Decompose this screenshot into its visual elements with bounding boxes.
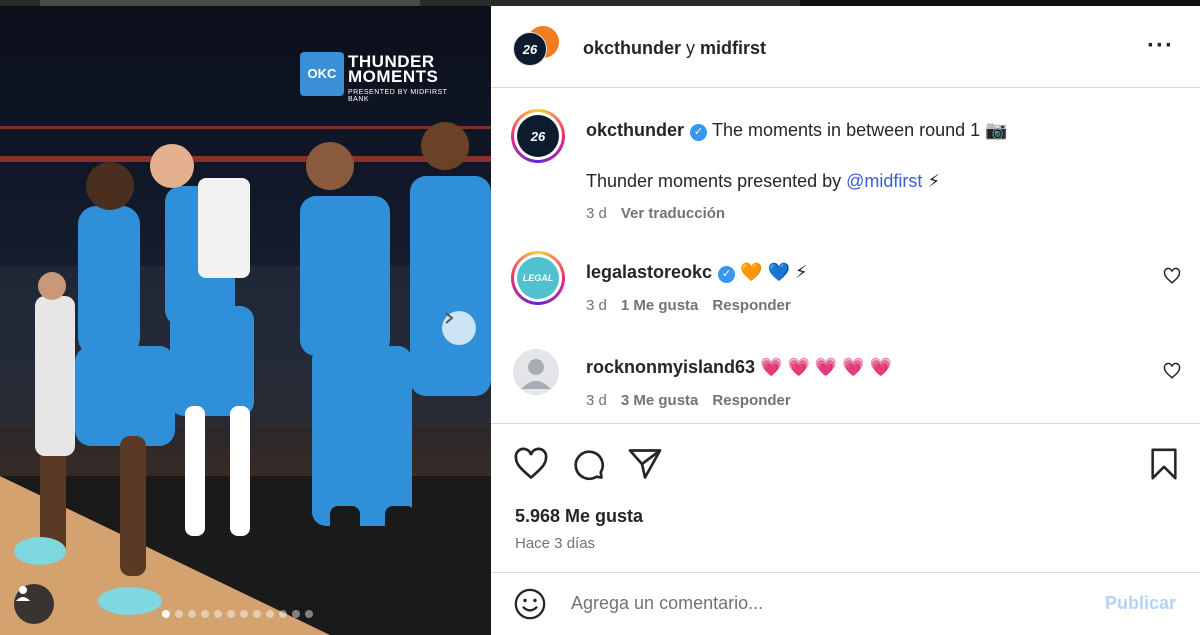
caption-username[interactable]: okcthunder bbox=[586, 120, 684, 140]
translate-link[interactable]: Ver traducción bbox=[621, 205, 725, 222]
carousel-dot bbox=[162, 610, 170, 618]
caption-meta: 3 d Ver traducción bbox=[586, 205, 739, 222]
comment-like-icon[interactable] bbox=[1163, 267, 1181, 285]
reply-button[interactable]: Responder bbox=[712, 297, 790, 314]
carousel-dot bbox=[266, 610, 274, 618]
author-connector: y bbox=[681, 38, 701, 58]
post-photo[interactable]: OKC THUNDER MOMENTS PRESENTED BY MIDFIRS… bbox=[0, 6, 491, 635]
more-options-button[interactable]: ··· bbox=[1147, 34, 1174, 58]
publish-button[interactable]: Publicar bbox=[1105, 593, 1176, 614]
commenter-avatar[interactable] bbox=[513, 349, 559, 395]
verified-icon: ✓ bbox=[718, 266, 736, 283]
person-icon bbox=[16, 586, 30, 601]
comment-username[interactable]: rocknonmyisland63 bbox=[586, 357, 755, 377]
comment-likes[interactable]: 3 Me gusta bbox=[621, 392, 699, 409]
carousel-dot bbox=[175, 610, 183, 618]
comment-meta: 3 d 3 Me gusta Responder bbox=[586, 392, 805, 409]
commenter-avatar[interactable]: LEGAL bbox=[511, 251, 565, 305]
brand-title-line2: MOMENTS bbox=[348, 67, 439, 86]
carousel-dot bbox=[253, 610, 261, 618]
save-bookmark-icon[interactable] bbox=[1147, 446, 1181, 482]
post-authors: okcthunder y midfirst bbox=[583, 38, 766, 59]
caption-row: 26 okcthunder ✓ The moments in between rou… bbox=[491, 89, 1200, 224]
carousel-dot bbox=[227, 610, 235, 618]
tagged-users-button[interactable] bbox=[14, 584, 54, 624]
reply-button[interactable]: Responder bbox=[712, 392, 790, 409]
share-icon[interactable] bbox=[627, 446, 663, 482]
comment-text: 💗 💗 💗 💗 💗 bbox=[760, 357, 893, 377]
carousel-dot bbox=[201, 610, 209, 618]
camera-emoji: 📷 bbox=[985, 120, 1008, 140]
comment-age: 3 d bbox=[586, 297, 607, 314]
caption-line2-prefix: Thunder moments presented by bbox=[586, 171, 847, 191]
okc-logo: OKC bbox=[300, 52, 344, 96]
caption-line2: Thunder moments presented by @midfirst ⚡ bbox=[586, 171, 940, 192]
avatar-text: 26 bbox=[517, 115, 559, 157]
like-icon[interactable] bbox=[513, 446, 549, 482]
comment-like-icon[interactable] bbox=[1163, 362, 1181, 380]
likes-count[interactable]: 5.968 Me gusta bbox=[515, 506, 643, 527]
carousel-dot bbox=[305, 610, 313, 618]
coauthor-link[interactable]: midfirst bbox=[700, 38, 766, 58]
comment-username[interactable]: legalastoreokc bbox=[586, 262, 712, 282]
verified-icon: ✓ bbox=[690, 124, 708, 141]
lightning-emoji: ⚡ bbox=[927, 171, 941, 191]
comment-composer: Agrega un comentario... Publicar bbox=[491, 572, 1200, 635]
comment-text: 🧡 💙 ⚡ bbox=[740, 262, 808, 282]
carousel-dot bbox=[292, 610, 300, 618]
caption-avatar[interactable]: 26 bbox=[511, 109, 565, 163]
caption-age: 3 d bbox=[586, 205, 607, 222]
mention-link[interactable]: @midfirst bbox=[846, 171, 922, 191]
brand-presented-by: PRESENTED BY MIDFIRST BANK bbox=[348, 89, 448, 103]
emoji-icon[interactable] bbox=[513, 587, 547, 621]
author-link[interactable]: okcthunder bbox=[583, 38, 681, 58]
carousel-dot bbox=[240, 610, 248, 618]
comment-meta: 3 d 1 Me gusta Responder bbox=[586, 297, 805, 314]
comment-input[interactable]: Agrega un comentario... bbox=[571, 593, 763, 614]
comment-line: rocknonmyisland63 💗 💗 💗 💗 💗 bbox=[586, 357, 892, 378]
carousel-dot bbox=[188, 610, 196, 618]
chevron-right-icon bbox=[445, 312, 454, 324]
thunder-moments-brand: OKC THUNDER MOMENTS PRESENTED BY MIDFIRS… bbox=[300, 52, 470, 103]
carousel-dots bbox=[162, 610, 313, 618]
post-actions: 5.968 Me gusta Hace 3 días bbox=[491, 423, 1200, 573]
default-avatar-icon bbox=[521, 359, 551, 389]
carousel-dot bbox=[279, 610, 287, 618]
carousel-dot bbox=[214, 610, 222, 618]
comment-icon[interactable] bbox=[570, 446, 606, 482]
comment-item: rocknonmyisland63 💗 💗 💗 💗 💗 3 d 3 Me gust… bbox=[491, 334, 1200, 424]
comment-age: 3 d bbox=[586, 392, 607, 409]
carousel-next-button[interactable] bbox=[442, 311, 476, 345]
avatar-text: 26 bbox=[522, 41, 538, 57]
comments-section: 26 okcthunder ✓ The moments in between rou… bbox=[491, 89, 1200, 423]
post-date: Hace 3 días bbox=[515, 535, 596, 552]
comment-likes[interactable]: 1 Me gusta bbox=[621, 297, 699, 314]
comment-line: legalastoreokc ✓ 🧡 💙 ⚡ bbox=[586, 262, 808, 283]
avatar-text: LEGAL bbox=[517, 257, 559, 299]
caption-line: okcthunder ✓ The moments in between round … bbox=[586, 120, 1008, 141]
post-header: 26 okcthunder y midfirst ··· bbox=[491, 6, 1200, 88]
post-panel: 26 okcthunder y midfirst ··· 26 okcthund… bbox=[491, 6, 1200, 635]
caption-text: The moments in between round 1 bbox=[712, 120, 981, 140]
okcthunder-avatar[interactable]: 26 bbox=[513, 32, 547, 66]
comment-item: LEGAL legalastoreokc ✓ 🧡 💙 ⚡ 3 d 1 Me gusta… bbox=[491, 239, 1200, 329]
